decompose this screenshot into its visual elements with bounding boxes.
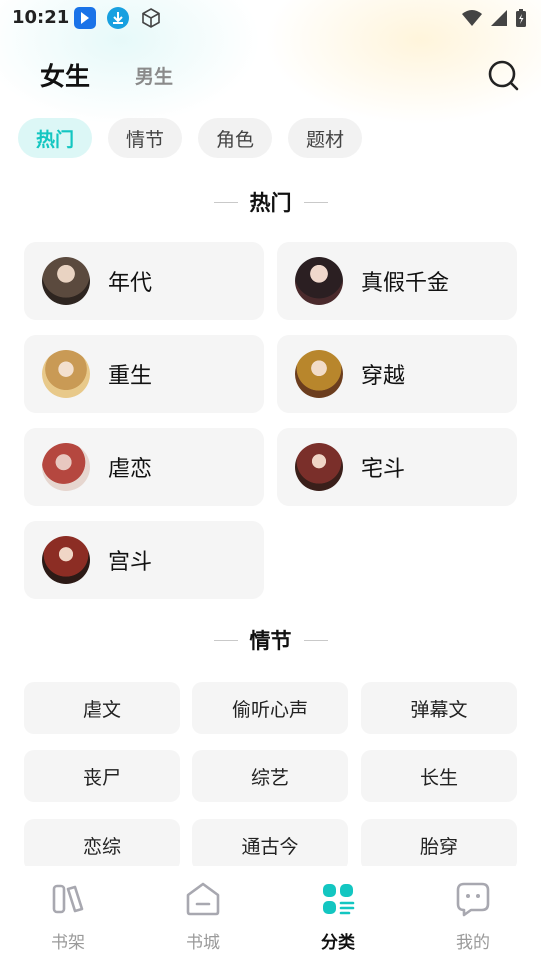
nav-label: 书城 (186, 933, 220, 953)
status-bar: 10:21 (0, 0, 541, 36)
cube-icon (140, 7, 162, 29)
hot-item-card[interactable]: 虐恋 (24, 428, 264, 506)
avatar (295, 257, 343, 305)
search-icon[interactable] (486, 58, 520, 92)
divider-line (213, 201, 238, 203)
divider-line (303, 201, 328, 203)
nav-category[interactable]: 分类 (288, 880, 388, 953)
section-title-text: 热门 (249, 191, 292, 215)
nav-bookstore[interactable]: 书城 (153, 880, 253, 953)
hot-item-card[interactable]: 真假千金 (277, 242, 517, 320)
hot-item-label: 虐恋 (108, 457, 153, 482)
app-notification-icon (74, 7, 96, 29)
avatar (42, 257, 90, 305)
signal-icon (489, 8, 509, 32)
hot-item-card[interactable]: 宅斗 (277, 428, 517, 506)
hot-item-label: 穿越 (361, 364, 406, 389)
chip-hot[interactable]: 热门 (18, 118, 93, 158)
plot-item[interactable]: 胎穿 (361, 819, 517, 871)
chip-theme[interactable]: 题材 (288, 118, 363, 158)
plot-item[interactable]: 虐文 (24, 682, 180, 734)
hot-item-label: 宫斗 (108, 550, 153, 575)
hot-item-card[interactable]: 重生 (24, 335, 264, 413)
hot-item-label: 年代 (108, 271, 153, 296)
tab-female[interactable]: 女生 (40, 57, 90, 93)
wifi-icon (461, 8, 483, 32)
divider-line (213, 639, 238, 641)
bottom-nav: 书架 书城 分类 我的 (0, 866, 541, 960)
header: 女生 男生 (0, 50, 541, 100)
plot-item[interactable]: 综艺 (192, 750, 348, 802)
plot-item[interactable]: 长生 (361, 750, 517, 802)
hot-item-label: 真假千金 (361, 271, 450, 296)
tab-male[interactable]: 男生 (135, 62, 173, 89)
nav-bookshelf[interactable]: 书架 (18, 880, 118, 953)
avatar (295, 350, 343, 398)
avatar (42, 350, 90, 398)
bookshelf-icon (49, 880, 87, 918)
battery-icon (515, 8, 527, 32)
download-icon (107, 7, 129, 29)
divider-line (303, 639, 328, 641)
section-title-plot: 情节 (0, 625, 541, 655)
nav-label: 分类 (321, 933, 355, 953)
avatar (295, 443, 343, 491)
nav-label: 我的 (456, 933, 490, 953)
nav-label: 书架 (51, 933, 85, 953)
avatar (42, 443, 90, 491)
profile-icon (454, 880, 492, 918)
plot-item[interactable]: 通古今 (192, 819, 348, 871)
chip-role[interactable]: 角色 (198, 118, 273, 158)
hot-item-card[interactable]: 年代 (24, 242, 264, 320)
section-title-hot: 热门 (0, 187, 541, 217)
plot-item[interactable]: 恋综 (24, 819, 180, 871)
avatar (42, 536, 90, 584)
plot-item[interactable]: 弹幕文 (361, 682, 517, 734)
status-time: 10:21 (12, 7, 70, 28)
hot-item-card[interactable]: 宫斗 (24, 521, 264, 599)
chip-plot[interactable]: 情节 (108, 118, 183, 158)
hot-item-label: 重生 (108, 364, 153, 389)
nav-profile[interactable]: 我的 (423, 880, 523, 953)
plot-item[interactable]: 丧尸 (24, 750, 180, 802)
plot-item[interactable]: 偷听心声 (192, 682, 348, 734)
hot-item-label: 宅斗 (361, 457, 406, 482)
category-icon (319, 880, 357, 918)
section-title-text: 情节 (249, 629, 292, 653)
hot-item-card[interactable]: 穿越 (277, 335, 517, 413)
category-chips: 热门 情节 角色 题材 (18, 118, 363, 158)
bookstore-icon (184, 880, 222, 918)
